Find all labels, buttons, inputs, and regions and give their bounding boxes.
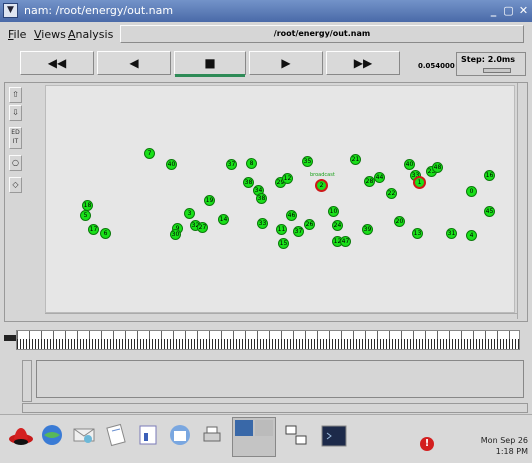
- step-slider[interactable]: [483, 68, 511, 73]
- stop-button[interactable]: ■: [174, 51, 246, 77]
- node[interactable]: 24: [332, 220, 343, 231]
- step-label: Step: 2.0ms: [461, 55, 515, 64]
- close-button[interactable]: ✕: [516, 3, 531, 18]
- node[interactable]: 10: [328, 206, 339, 217]
- node[interactable]: 8: [246, 158, 257, 169]
- canvas-horizontal-scrollbar[interactable]: [45, 313, 517, 321]
- node[interactable]: 5: [80, 210, 91, 221]
- window-titlebar: ▼ nam: /root/energy/out.nam _ ▢ ✕: [0, 0, 532, 22]
- circle-tool-icon[interactable]: ○: [9, 155, 22, 171]
- node[interactable]: 26: [304, 219, 315, 230]
- node[interactable]: 3: [184, 208, 195, 219]
- node[interactable]: 48: [432, 162, 443, 173]
- node[interactable]: 4: [466, 230, 477, 241]
- printer-icon[interactable]: [200, 423, 224, 447]
- workspace-1[interactable]: [235, 420, 253, 436]
- node[interactable]: 21: [350, 154, 361, 165]
- workspace-2[interactable]: [255, 420, 273, 436]
- node-highlighted[interactable]: 2: [315, 179, 328, 192]
- node[interactable]: 45: [484, 206, 495, 217]
- node[interactable]: 38: [243, 177, 254, 188]
- alert-icon[interactable]: !: [420, 437, 434, 451]
- node[interactable]: 27: [197, 222, 208, 233]
- node[interactable]: 37: [226, 159, 237, 170]
- node[interactable]: 6: [100, 228, 111, 239]
- timeline-slider[interactable]: [16, 330, 520, 350]
- minimize-button[interactable]: _: [486, 3, 501, 18]
- node[interactable]: 33: [257, 218, 268, 229]
- spreadsheet-icon[interactable]: [168, 423, 192, 447]
- clock-time: 1:18 PM: [495, 447, 528, 456]
- menu-views[interactable]: Views: [34, 28, 66, 41]
- annotation-vertical-scrollbar[interactable]: [22, 360, 32, 402]
- timeline-ticks: [17, 331, 519, 339]
- menu-file[interactable]: File: [8, 28, 26, 41]
- file-path-field: /root/energy/out.nam: [120, 25, 524, 43]
- terminal-icon[interactable]: [320, 423, 348, 451]
- main-panel: ⇧ ⇩ ED IT ○ ◇ 7 40 37 8 35 21 40 23 48 3…: [4, 82, 528, 322]
- node[interactable]: 7: [144, 148, 155, 159]
- node-highlighted[interactable]: 1: [413, 176, 426, 189]
- node[interactable]: 47: [340, 236, 351, 247]
- menu-analysis[interactable]: Analysis: [68, 28, 113, 41]
- node[interactable]: 38: [256, 193, 267, 204]
- browser-globe-icon[interactable]: [40, 423, 64, 447]
- node[interactable]: 20: [394, 216, 405, 227]
- node[interactable]: 35: [302, 156, 313, 167]
- clock-date: Mon Sep 26: [480, 436, 528, 445]
- node[interactable]: 14: [218, 214, 229, 225]
- node[interactable]: 31: [446, 228, 457, 239]
- taskbar: ! Mon Sep 26 1:18 PM: [0, 414, 532, 463]
- time-display: 0.054000: [418, 62, 455, 70]
- fast-rewind-button[interactable]: ◀◀: [20, 51, 94, 75]
- clock[interactable]: Mon Sep 26 1:18 PM: [481, 435, 528, 457]
- window-title: nam: /root/energy/out.nam: [24, 4, 174, 17]
- node[interactable]: 40: [404, 159, 415, 170]
- node-status-label: broadcast: [310, 172, 335, 178]
- node[interactable]: 12: [282, 173, 293, 184]
- node[interactable]: 16: [484, 170, 495, 181]
- node[interactable]: 37: [293, 226, 304, 237]
- annotation-panel: [36, 360, 524, 398]
- edit-button[interactable]: ED IT: [9, 127, 22, 149]
- writer-icon[interactable]: [104, 423, 128, 447]
- network-canvas[interactable]: 7 40 37 8 35 21 40 23 48 33 38 34 38 29 …: [45, 85, 515, 313]
- node[interactable]: 40: [166, 159, 177, 170]
- presentation-icon[interactable]: [136, 423, 160, 447]
- node[interactable]: 11: [276, 224, 287, 235]
- step-control[interactable]: Step: 2.0ms: [456, 52, 526, 76]
- rewind-button[interactable]: ◀: [97, 51, 171, 75]
- redhat-menu-icon[interactable]: [8, 423, 34, 449]
- node[interactable]: 39: [362, 224, 373, 235]
- zoom-in-icon[interactable]: ⇧: [9, 87, 22, 103]
- window-menu-button[interactable]: ▼: [3, 3, 18, 18]
- node[interactable]: 44: [374, 172, 385, 183]
- node[interactable]: 0: [466, 186, 477, 197]
- node[interactable]: 13: [412, 228, 423, 239]
- node[interactable]: 17: [88, 224, 99, 235]
- email-icon[interactable]: [72, 423, 96, 447]
- fast-forward-button[interactable]: ▶▶: [326, 51, 400, 75]
- left-toolbar: ⇧ ⇩ ED IT ○ ◇: [9, 83, 22, 321]
- node[interactable]: 30: [170, 229, 181, 240]
- node[interactable]: 19: [204, 195, 215, 206]
- menu-bar: File Views Analysis /root/energy/out.nam: [0, 22, 532, 48]
- play-button[interactable]: ▶: [249, 51, 323, 75]
- zoom-out-icon[interactable]: ⇩: [9, 105, 22, 121]
- window-list-icon[interactable]: [284, 423, 308, 447]
- timeline-label-icon: [4, 335, 16, 341]
- workspace-switcher[interactable]: [232, 417, 276, 457]
- node[interactable]: 22: [386, 188, 397, 199]
- node[interactable]: 46: [286, 210, 297, 221]
- maximize-button[interactable]: ▢: [501, 3, 516, 18]
- node[interactable]: 15: [278, 238, 289, 249]
- diamond-tool-icon[interactable]: ◇: [9, 177, 22, 193]
- annotation-horizontal-scrollbar[interactable]: [22, 403, 528, 413]
- canvas-vertical-scrollbar[interactable]: [517, 83, 527, 319]
- playback-controls: ◀◀ ◀ ■ ▶ ▶▶ 0.054000 Step: 2.0ms: [0, 48, 532, 80]
